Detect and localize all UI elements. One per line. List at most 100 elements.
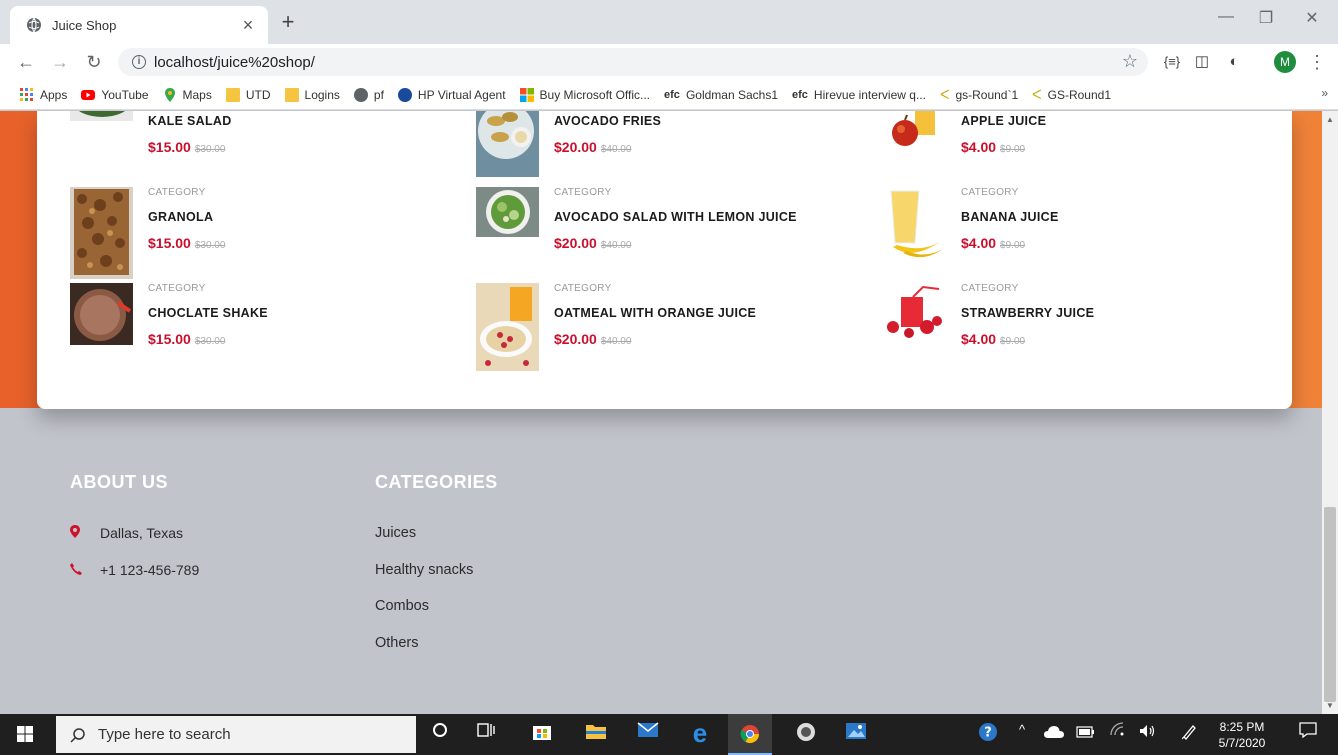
product-name[interactable]: BANANA JUICE [961,210,1059,224]
bookmark-gs-round-1b[interactable]: ᐸ GS-Round1 [1032,87,1111,103]
scroll-up-icon[interactable]: ▲ [1322,115,1338,124]
product-item[interactable]: CATEGORY GRANOLA $15.00 $30.00 [70,187,460,279]
product-item[interactable]: CATEGORY BANANA JUICE $4.00 $9.00 [883,187,1273,279]
product-price: $15.00 $30.00 [148,139,225,155]
onedrive-icon[interactable] [1040,722,1068,748]
product-name[interactable]: GRANOLA [148,210,213,224]
more-bookmarks-icon[interactable]: » [1321,86,1328,100]
edge-icon[interactable]: e [686,720,714,748]
close-tab-icon[interactable]: × [238,15,258,36]
bookmark-label: Buy Microsoft Offic... [539,87,651,102]
product-image-avocado-fries [476,111,539,177]
product-price: $4.00 $9.00 [961,139,1025,155]
product-item[interactable]: KALE SALAD $15.00 $30.00 [70,111,460,183]
product-item[interactable]: AVOCADO FRIES $20.00 $40.00 [476,111,866,183]
microsoft-icon [519,87,534,102]
bookmark-maps[interactable]: Maps [163,87,212,102]
address-bar[interactable]: i localhost/juice%20shop/ ☆ [118,48,1148,76]
bookmark-logins[interactable]: Logins [284,87,340,102]
windows-taskbar: Type here to search e ? ^ 8:25 PM 5/7/20… [0,714,1338,755]
footer-category-combos[interactable]: Combos [375,598,429,614]
product-image-choclate-shake [70,283,133,345]
pen-icon[interactable] [1176,722,1204,748]
product-category: CATEGORY [148,187,206,198]
bookmark-youtube[interactable]: YouTube [81,88,149,102]
bookmark-label: Goldman Sachs1 [685,87,778,102]
profile-avatar[interactable]: M [1274,51,1296,73]
bookmark-utd[interactable]: UTD [225,87,271,102]
price-current: $20.00 [554,331,597,347]
restore-icon[interactable]: ❐ [1246,8,1286,28]
footer-category-healthy-snacks[interactable]: Healthy snacks [375,562,473,578]
product-item[interactable]: APPLE JUICE $4.00 $9.00 [883,111,1273,183]
product-name[interactable]: AVOCADO FRIES [554,114,661,128]
extension-icon[interactable]: ◫ [1190,48,1214,76]
bookmark-star-icon[interactable]: ☆ [1122,51,1138,72]
bookmark-label: Maps [182,87,212,102]
file-explorer-icon[interactable] [582,722,610,748]
bookmark-microsoft[interactable]: Buy Microsoft Offic... [519,87,651,102]
product-name[interactable]: KALE SALAD [148,114,232,128]
product-item[interactable]: CATEGORY OATMEAL WITH ORANGE JUICE $20.0… [476,283,866,375]
product-price: $4.00 $9.00 [961,235,1025,251]
notifications-icon[interactable] [1294,722,1322,748]
reload-icon[interactable]: ↻ [80,48,108,76]
browser-tab[interactable]: Juice Shop × [10,6,268,44]
menu-dots-icon[interactable]: ⋮ [1308,48,1326,76]
product-name[interactable]: CHOCLATE SHAKE [148,306,268,320]
volume-icon[interactable] [1134,722,1162,748]
mail-icon[interactable] [634,722,662,748]
price-old: $30.00 [194,240,226,251]
phone-icon [70,562,100,578]
info-icon[interactable]: i [132,55,146,69]
windows-start-button[interactable] [0,714,50,755]
new-tab-button[interactable]: + [276,10,300,34]
product-price: $4.00 $9.00 [961,331,1025,347]
forward-icon[interactable]: → [46,48,74,76]
store-icon[interactable] [528,722,556,748]
bookmark-hp-virtual-agent[interactable]: HP Virtual Agent [397,87,506,102]
app-icon[interactable] [792,722,820,748]
help-icon[interactable]: ? [974,722,1002,748]
task-view-icon[interactable] [472,722,500,748]
bookmark-pf[interactable]: pf [353,87,384,102]
scroll-down-icon[interactable]: ▼ [1322,701,1338,710]
chrome-taskbar-icon[interactable] [728,714,772,755]
product-image-avocado-salad [476,187,539,237]
product-name[interactable]: AVOCADO SALAD WITH LEMON JUICE [554,210,797,224]
product-item[interactable]: CATEGORY STRAWBERRY JUICE $4.00 $9.00 [883,283,1273,375]
product-name[interactable]: OATMEAL WITH ORANGE JUICE [554,306,756,320]
bookmark-gs-round-1a[interactable]: ᐸ gs-Round`1 [940,87,1018,103]
photos-icon[interactable] [842,722,870,748]
taskbar-search[interactable]: Type here to search [56,716,416,753]
product-item[interactable]: CATEGORY AVOCADO SALAD WITH LEMON JUICE … [476,187,866,279]
product-category: CATEGORY [554,283,612,294]
price-old: $30.00 [194,144,226,155]
bookmark-goldman-sachs[interactable]: efc Goldman Sachs1 [664,88,778,102]
extension-icon[interactable]: ◐ [1222,48,1246,76]
product-name[interactable]: APPLE JUICE [961,114,1046,128]
price-current: $4.00 [961,139,997,155]
back-icon[interactable]: ← [12,48,40,76]
footer-category-others[interactable]: Others [375,635,419,651]
product-price: $15.00 $30.00 [148,331,225,347]
price-old: $9.00 [1000,144,1026,155]
phone-text[interactable]: +1 123-456-789 [100,562,199,578]
minimize-icon[interactable]: — [1206,8,1246,26]
product-name[interactable]: STRAWBERRY JUICE [961,306,1094,320]
close-window-icon[interactable]: ✕ [1292,8,1332,28]
battery-icon[interactable] [1072,722,1100,748]
page-scrollbar[interactable]: ▲ ▼ [1322,111,1338,714]
products-card: KALE SALAD $15.00 $30.00 AVOCADO FRIES $2… [37,111,1292,409]
footer-category-juices[interactable]: Juices [375,525,416,541]
scroll-thumb[interactable] [1324,507,1336,702]
bookmark-apps[interactable]: Apps [20,87,67,102]
bookmark-hirevue[interactable]: efc Hirevue interview q... [792,88,926,102]
product-item[interactable]: CATEGORY CHOCLATE SHAKE $15.00 $30.00 [70,283,460,375]
chevron-up-icon[interactable]: ^ [1008,722,1036,748]
cortana-icon[interactable] [426,722,454,748]
maps-icon [164,87,175,102]
extension-icon[interactable]: {≡} [1160,48,1184,76]
taskbar-clock[interactable]: 8:25 PM 5/7/2020 [1210,719,1274,751]
wifi-icon[interactable] [1104,722,1132,748]
